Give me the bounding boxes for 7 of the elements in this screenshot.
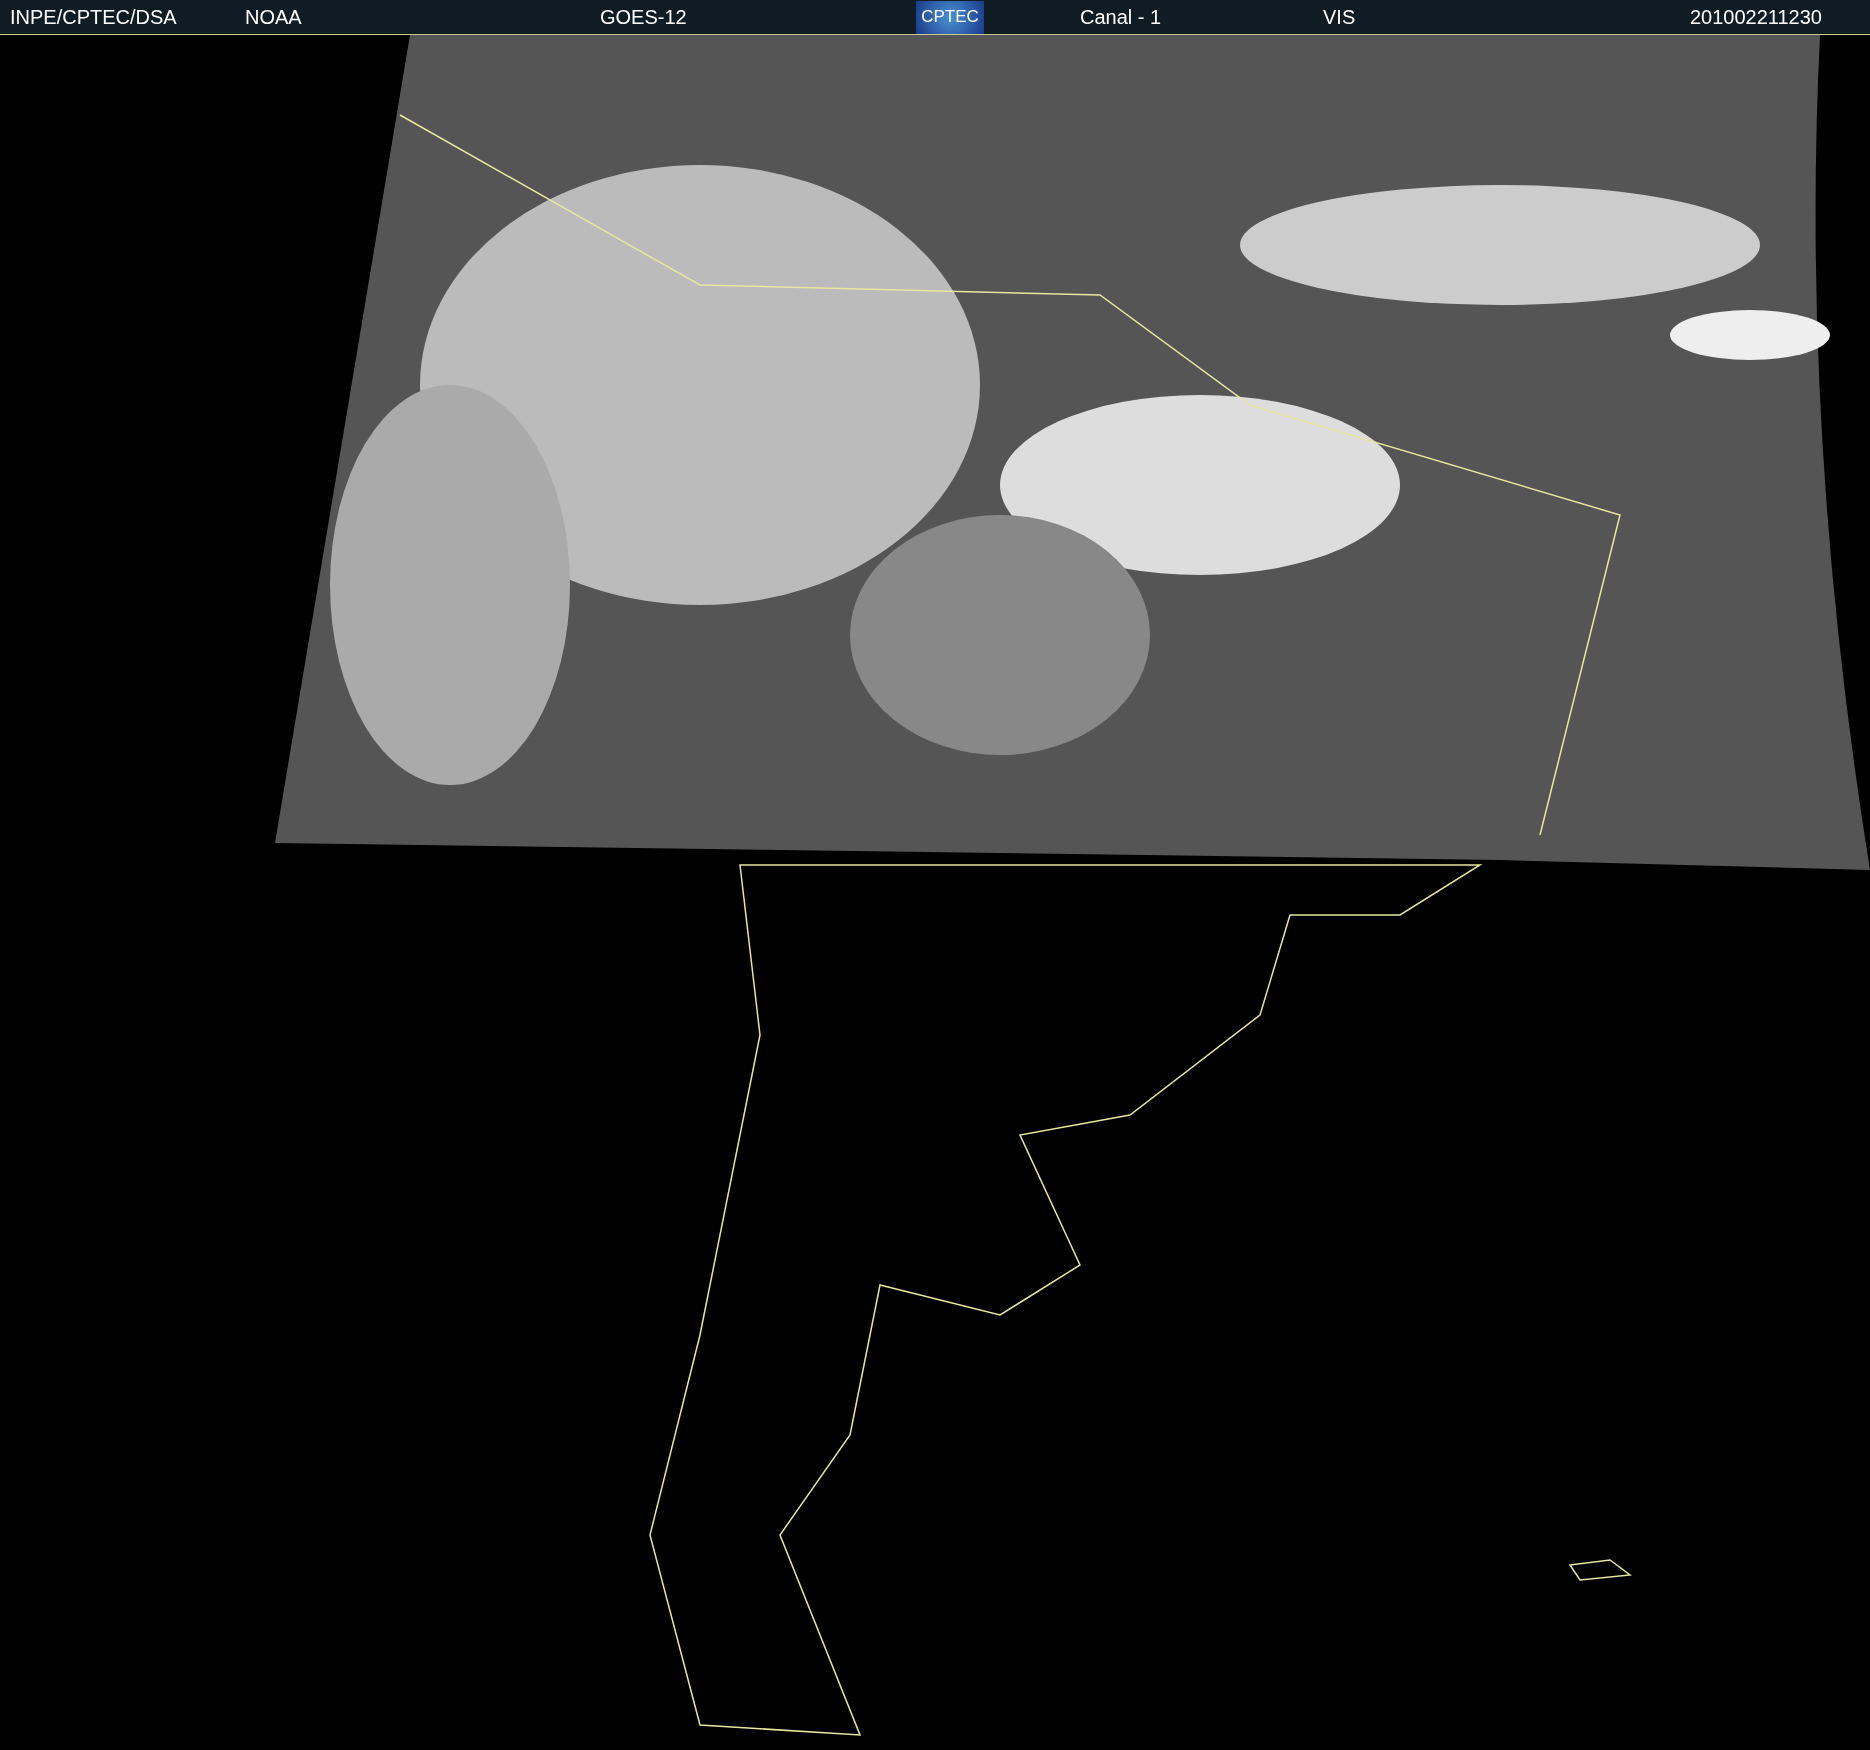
band-label: VIS <box>1323 5 1357 30</box>
timestamp-label: 201002211230 <box>1690 5 1822 30</box>
source-label: INPE/CPTEC/DSA <box>10 5 178 30</box>
agency-label: NOAA <box>245 5 303 30</box>
satellite-label: GOES-12 <box>600 5 688 30</box>
logo: CPTEC <box>916 0 984 34</box>
channel-label: Canal - 1 <box>1080 5 1163 30</box>
